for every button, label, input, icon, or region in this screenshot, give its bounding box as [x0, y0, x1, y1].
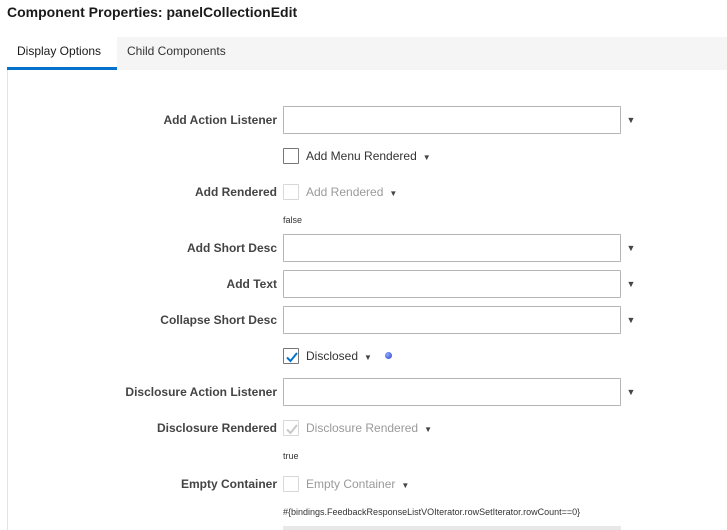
chevron-down-icon[interactable]: ▼ — [626, 115, 636, 125]
add-text-input[interactable] — [283, 270, 621, 298]
add-menu-rendered-label: Add Menu Rendered — [306, 149, 417, 163]
disclosed-label: Disclosed — [306, 349, 359, 363]
disclosed-checkbox[interactable] — [283, 348, 299, 364]
add-rendered-checkbox — [283, 184, 299, 200]
add-rendered-value: false — [283, 215, 303, 225]
disclosure-rendered-checkbox — [283, 420, 299, 436]
chevron-down-icon[interactable]: ▼ — [423, 153, 431, 162]
page-title: Component Properties: panelCollectionEdi… — [7, 4, 298, 20]
properties-panel — [7, 70, 727, 530]
add-action-listener-label: Add Action Listener — [163, 113, 277, 127]
add-rendered-checkbox-label: Add Rendered — [306, 185, 384, 199]
collapse-short-desc-input[interactable] — [283, 306, 621, 334]
tab-child-components[interactable]: Child Components — [117, 37, 236, 70]
add-menu-rendered-checkbox[interactable] — [283, 148, 299, 164]
add-action-listener-input[interactable] — [283, 106, 621, 134]
disclosure-rendered-label: Disclosure Rendered — [156, 421, 277, 435]
tab-display-options[interactable]: Display Options — [7, 37, 117, 70]
disclosure-action-listener-input[interactable] — [283, 378, 621, 406]
disclosure-rendered-value: true — [283, 451, 299, 461]
add-short-desc-input[interactable] — [283, 234, 621, 262]
chevron-down-icon[interactable]: ▼ — [626, 243, 636, 253]
chevron-down-icon[interactable]: ▼ — [389, 189, 397, 198]
collapse-short-desc-label: Collapse Short Desc — [160, 313, 277, 327]
disclosure-action-listener-label: Disclosure Action Listener — [125, 385, 277, 399]
add-short-desc-label: Add Short Desc — [186, 241, 277, 255]
chevron-down-icon[interactable]: ▼ — [424, 425, 432, 434]
add-rendered-label: Add Rendered — [194, 185, 277, 199]
empty-container-checkbox — [283, 476, 299, 492]
add-text-label: Add Text — [226, 277, 277, 291]
chevron-down-icon[interactable]: ▼ — [626, 279, 636, 289]
chevron-down-icon[interactable]: ▼ — [364, 353, 372, 362]
next-field-edge — [283, 526, 621, 530]
checkmark-icon — [286, 352, 298, 363]
tab-bar: Display Options Child Components — [7, 37, 727, 70]
chevron-down-icon[interactable]: ▼ — [626, 387, 636, 397]
chevron-down-icon[interactable]: ▼ — [626, 315, 636, 325]
empty-container-checkbox-label: Empty Container — [306, 477, 396, 491]
disclosure-rendered-checkbox-label: Disclosure Rendered — [306, 421, 419, 435]
empty-container-expression: #{bindings.FeedbackResponseListVOIterato… — [283, 507, 581, 517]
chevron-down-icon[interactable]: ▼ — [401, 481, 409, 490]
checkmark-icon — [286, 424, 298, 435]
status-dot-icon — [385, 352, 392, 359]
empty-container-label: Empty Container — [180, 477, 277, 491]
